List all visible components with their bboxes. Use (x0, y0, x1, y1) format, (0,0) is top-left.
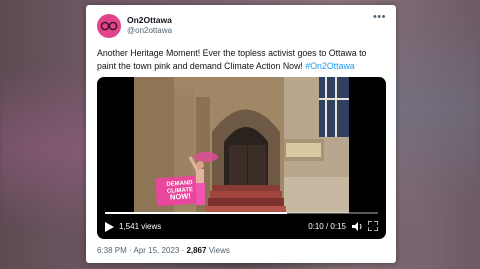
video-time: 0:10 / 0:15 (308, 222, 346, 231)
hashtag-link[interactable]: #On2Ottawa (305, 61, 354, 71)
tweet-text: Another Heritage Moment! Ever the toples… (97, 47, 387, 72)
video-views: 1,541 views (119, 222, 162, 231)
user-handle[interactable]: @on2ottawa (127, 26, 172, 35)
views-label: Views (208, 246, 230, 255)
volume-icon[interactable] (352, 221, 363, 232)
tweet-date[interactable]: Apr 15, 2023 (133, 246, 179, 255)
tweet-meta: 6:38 PM · Apr 15, 2023 · 2,867 Views (97, 246, 230, 255)
protest-sign: DEMAND CLIMATE NOW! (159, 180, 200, 202)
tweet-time[interactable]: 6:38 PM (97, 246, 127, 255)
video-controls: 1,541 views 0:10 / 0:15 (97, 213, 386, 239)
glasses-logo-icon (100, 21, 118, 31)
display-name[interactable]: On2Ottawa (127, 15, 172, 25)
play-icon[interactable] (105, 222, 114, 232)
views-count: 2,867 (186, 246, 207, 255)
video-player[interactable]: DEMAND CLIMATE NOW! 1,541 views 0:10 / 0… (97, 77, 386, 239)
tweet-card: On2Ottawa @on2ottawa ••• Another Heritag… (86, 5, 396, 263)
meta-separator: · (181, 246, 185, 255)
avatar[interactable] (97, 14, 121, 38)
more-horizontal-icon: ••• (372, 11, 386, 23)
meta-separator: · (129, 246, 132, 255)
fullscreen-icon[interactable] (368, 221, 378, 231)
more-options-button[interactable]: ••• (373, 11, 386, 23)
